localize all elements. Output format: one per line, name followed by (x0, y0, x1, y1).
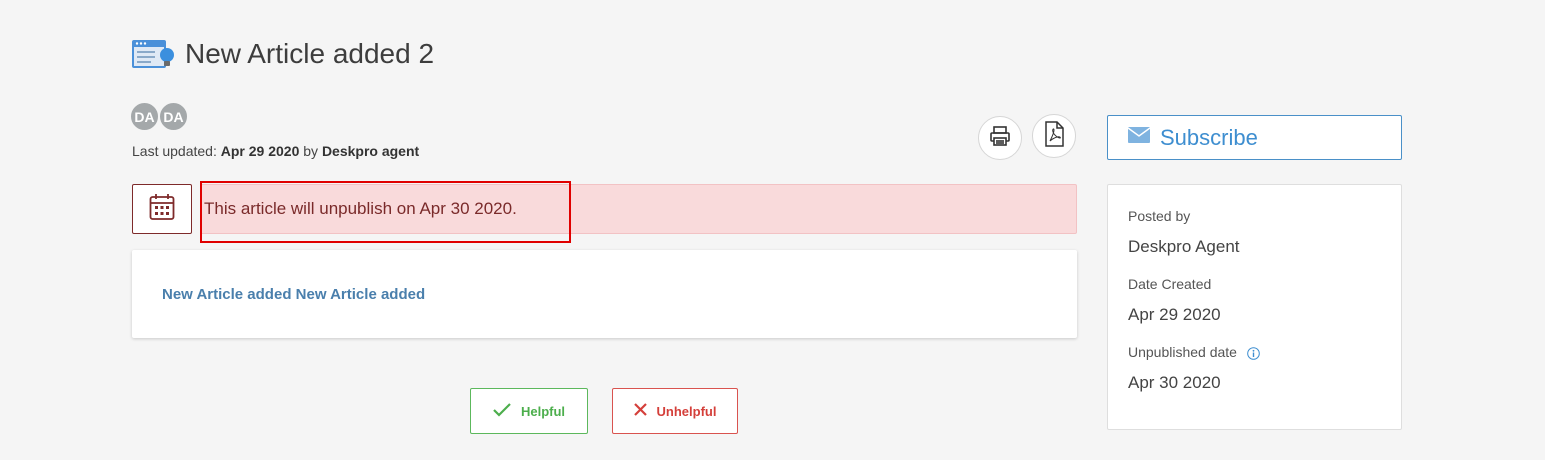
last-updated-date: Apr 29 2020 (220, 143, 300, 159)
article-content-link[interactable]: New Article added New Article added (162, 286, 425, 303)
checkmark-icon (493, 402, 521, 420)
unpublished-date-value: Apr 30 2020 (1128, 373, 1221, 392)
author-name: Deskpro agent (321, 143, 420, 159)
unpublished-date-label: Unpublished date (1128, 344, 1237, 360)
page-title: New Article added 2 (185, 38, 435, 69)
printer-icon (988, 124, 1012, 153)
unhelpful-button[interactable]: Unhelpful (612, 388, 738, 434)
calendar-badge (132, 184, 192, 234)
article-bulb-icon (131, 38, 177, 72)
last-updated-line: Last updated: Apr 29 2020 by Deskpro age… (132, 143, 419, 159)
date-created-value: Apr 29 2020 (1128, 305, 1221, 324)
subscribe-button[interactable]: Subscribe (1107, 115, 1402, 160)
print-button[interactable] (978, 116, 1022, 160)
pdf-icon (1043, 120, 1065, 152)
info-icon[interactable] (1247, 347, 1260, 360)
pdf-button[interactable] (1032, 114, 1076, 158)
posted-by-label: Posted by (1128, 208, 1191, 224)
cross-icon (633, 403, 657, 419)
unhelpful-label: Unhelpful (656, 403, 717, 419)
helpful-label: Helpful (520, 403, 566, 419)
last-updated-label: Last updated: (132, 143, 217, 159)
subscribe-label: Subscribe (1160, 124, 1258, 150)
calendar-icon (149, 193, 175, 226)
highlight-frame (200, 181, 571, 243)
helpful-button[interactable]: Helpful (470, 388, 588, 434)
posted-by-value: Deskpro Agent (1128, 237, 1240, 256)
avatar[interactable]: DA (130, 102, 159, 131)
by-label: by (303, 143, 319, 159)
avatar[interactable]: DA (159, 102, 188, 131)
envelope-icon (1127, 127, 1151, 148)
date-created-label: Date Created (1128, 276, 1212, 292)
